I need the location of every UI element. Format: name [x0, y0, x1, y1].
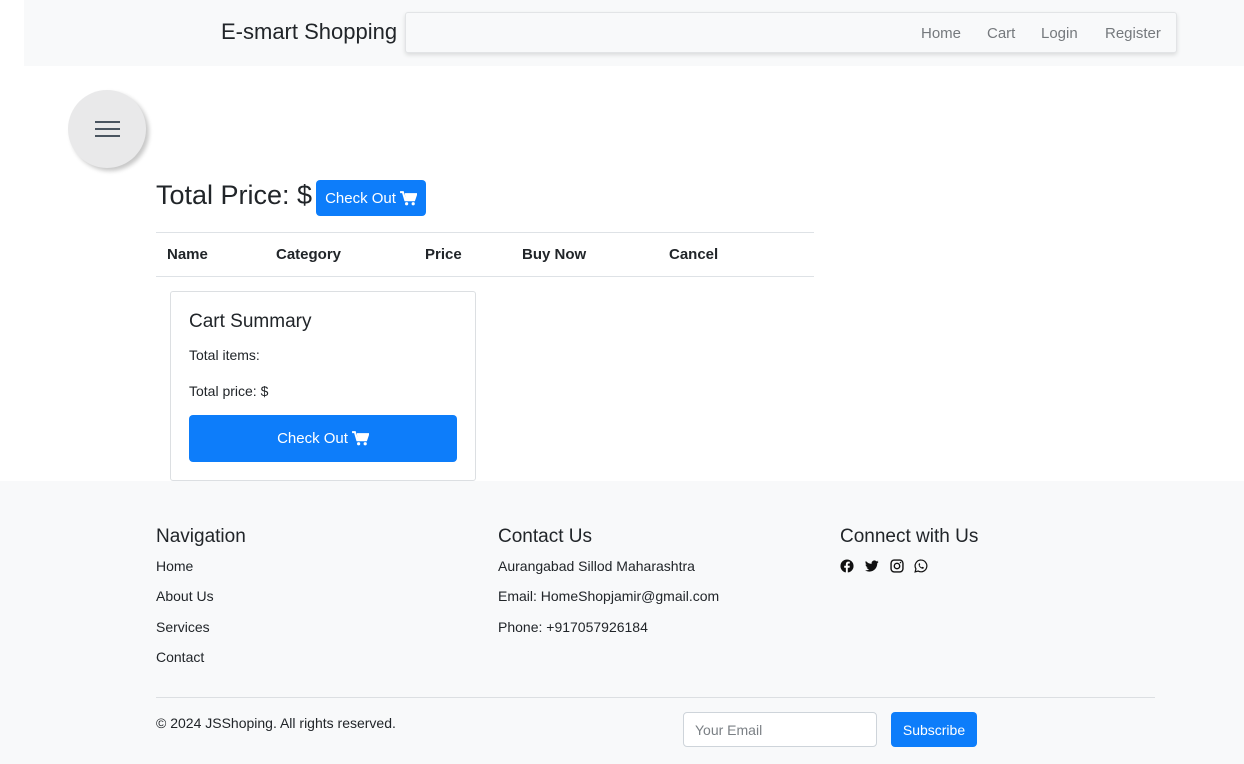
shopping-cart-icon: [400, 190, 417, 205]
newsletter-email-input[interactable]: [683, 712, 877, 747]
contact-address: Aurangabad Sillod Maharashtra: [498, 558, 695, 574]
copyright-text: © 2024 JSShoping. All rights reserved.: [156, 715, 396, 731]
cart-summary-title: Cart Summary: [189, 311, 312, 332]
footer-navigation-heading: Navigation: [156, 526, 246, 547]
twitter-icon[interactable]: [865, 559, 879, 573]
sidebar-toggle-button[interactable]: [68, 90, 146, 168]
nav-register-link[interactable]: Register: [1105, 25, 1161, 42]
column-header-name: Name: [167, 246, 208, 263]
contact-phone: Phone: +917057926184: [498, 619, 648, 635]
table-header-border: [156, 276, 814, 277]
checkout-label: Check Out: [325, 189, 396, 207]
whatsapp-icon[interactable]: [914, 559, 928, 573]
footer-contact-heading: Contact Us: [498, 526, 592, 547]
table-top-border: [156, 232, 814, 233]
facebook-icon[interactable]: [840, 559, 854, 573]
total-price-heading: Total Price: $: [156, 180, 313, 210]
nav-cart-link[interactable]: Cart: [987, 25, 1015, 42]
summary-checkout-label: Check Out: [277, 430, 348, 447]
nav-login-link[interactable]: Login: [1041, 25, 1078, 42]
column-header-buy-now: Buy Now: [522, 246, 587, 263]
footer-link-about-us[interactable]: About Us: [156, 588, 214, 604]
checkout-button[interactable]: Check Out: [316, 180, 426, 216]
cart-summary-card: Cart Summary Total items: Total price: $…: [170, 291, 476, 481]
footer-social-heading: Connect with Us: [840, 526, 979, 547]
footer-link-services[interactable]: Services: [156, 619, 210, 635]
footer-link-home[interactable]: Home: [156, 558, 193, 574]
footer: Navigation Home About Us Services Contac…: [0, 481, 1244, 764]
column-header-price: Price: [425, 246, 462, 263]
contact-email: Email: HomeShopjamir@gmail.com: [498, 588, 720, 604]
nav-home-link[interactable]: Home: [921, 25, 961, 42]
subscribe-button[interactable]: Subscribe: [891, 712, 977, 747]
instagram-icon[interactable]: [890, 559, 904, 573]
nav-links-bar: Home Cart Login Register: [405, 12, 1177, 53]
shopping-cart-icon: [352, 431, 369, 446]
brand-title[interactable]: E-smart Shopping: [221, 19, 397, 45]
footer-divider: [156, 697, 1155, 698]
column-header-category: Category: [276, 246, 342, 263]
footer-link-contact[interactable]: Contact: [156, 649, 204, 665]
total-items-text: Total items:: [189, 347, 260, 363]
total-price-text: Total price: $: [189, 383, 269, 399]
column-header-cancel: Cancel: [669, 246, 719, 263]
summary-checkout-button[interactable]: Check Out: [189, 415, 457, 462]
